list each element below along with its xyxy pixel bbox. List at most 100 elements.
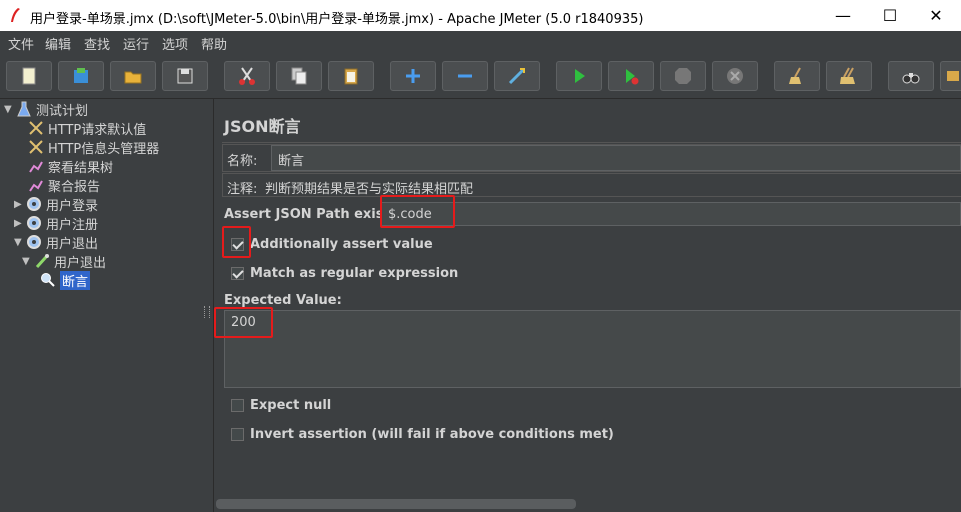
listener-chart-icon: [28, 158, 44, 174]
paste-icon: [344, 68, 358, 85]
tree-item-user-register[interactable]: ▶ 用户注册: [14, 214, 98, 233]
collapse-all-button[interactable]: [442, 61, 488, 91]
name-label: 名称:: [227, 154, 258, 169]
menu-options[interactable]: 选项: [162, 34, 188, 53]
minimize-button[interactable]: —: [820, 0, 866, 31]
tree-selection-highlight: [0, 271, 201, 290]
collapse-arrow-icon[interactable]: ▼: [22, 256, 34, 267]
menu-search[interactable]: 查找: [84, 34, 110, 53]
jmeter-feather-icon: [11, 8, 20, 22]
stop-icon: [675, 68, 691, 84]
tree-item-aggregate-report[interactable]: 聚合报告: [16, 176, 100, 195]
maximize-button[interactable]: ☐: [867, 0, 913, 31]
stop-button[interactable]: [660, 61, 706, 91]
config-element-icon: [28, 120, 44, 136]
reset-search-icon: [947, 71, 959, 81]
thread-group-gear-icon: [26, 196, 42, 212]
divider-grip-icon: [204, 306, 210, 318]
tree-item-user-login[interactable]: ▶ 用户登录: [14, 195, 98, 214]
binoculars-icon: [902, 73, 920, 84]
toggle-button[interactable]: [494, 61, 540, 91]
tree-item-assertion[interactable]: 断言: [40, 270, 91, 290]
menu-edit[interactable]: 编辑: [45, 34, 71, 53]
test-plan-tree: ▼ 测试计划 HTTP请求默认值 HTTP信息头管理器 察看结果树 聚合报告 ▶…: [0, 99, 202, 512]
toolbar: [0, 54, 961, 99]
paste-button[interactable]: [328, 61, 374, 91]
listener-chart-icon: [28, 177, 44, 193]
invert-assertion-checkbox[interactable]: [231, 428, 244, 441]
expected-value-label: Expected Value:: [224, 293, 342, 308]
search-button[interactable]: [888, 61, 934, 91]
templates-button[interactable]: [58, 61, 104, 91]
window-title: 用户登录-单场景.jmx (D:\soft\JMeter-5.0\bin\用户登…: [30, 12, 644, 27]
thread-group-gear-icon: [26, 234, 42, 250]
templates-icon: [74, 68, 88, 83]
menu-help[interactable]: 帮助: [201, 34, 227, 53]
collapse-arrow-icon[interactable]: ▼: [4, 104, 16, 115]
thread-group-gear-icon: [26, 215, 42, 231]
tree-item-results-tree[interactable]: 察看结果树: [16, 157, 113, 176]
tree-item-http-defaults[interactable]: HTTP请求默认值: [16, 119, 146, 138]
tree-item-user-logout-group[interactable]: ▼ 用户退出: [14, 233, 98, 252]
new-icon: [22, 67, 36, 85]
json-assertion-panel: JSON断言 名称: 断言 注释: 判断预期结果是否与实际结果相匹配 Asser…: [214, 99, 961, 512]
comment-label: 注释:: [227, 182, 258, 197]
plus-icon: [406, 69, 420, 83]
test-plan-icon: [16, 101, 32, 117]
panel-title: JSON断言: [224, 117, 301, 136]
open-button[interactable]: [110, 61, 156, 91]
clear-button[interactable]: [774, 61, 820, 91]
additionally-assert-highlight-box: [222, 226, 251, 258]
collapse-arrow-icon[interactable]: ▼: [14, 237, 26, 248]
sampler-pipette-icon: [34, 253, 50, 269]
expand-arrow-icon[interactable]: ▶: [14, 218, 26, 229]
save-icon: [177, 68, 193, 84]
start-no-pauses-button[interactable]: [608, 61, 654, 91]
broom-all-icon: [840, 67, 855, 84]
json-path-label: Assert JSON Path exists:: [224, 207, 403, 222]
play-no-pause-icon: [626, 69, 639, 85]
json-path-input[interactable]: $.code: [381, 202, 961, 226]
clear-all-button[interactable]: [826, 61, 872, 91]
expect-null-label: Expect null: [250, 398, 332, 413]
expand-all-button[interactable]: [390, 61, 436, 91]
shutdown-button[interactable]: [712, 61, 758, 91]
split-pane-divider[interactable]: [201, 99, 214, 512]
menu-file[interactable]: 文件: [8, 34, 34, 53]
reset-search-button[interactable]: [940, 61, 961, 91]
open-icon: [124, 71, 142, 84]
tree-item-user-logout-sampler[interactable]: ▼ 用户退出: [22, 252, 106, 271]
json-path-highlight-box: [380, 195, 455, 228]
minus-icon: [458, 74, 472, 78]
expected-value-textarea[interactable]: 200: [224, 310, 961, 388]
menu-bar: 文件 编辑 查找 运行 选项 帮助: [0, 31, 961, 53]
assertion-magnifier-icon: [40, 272, 56, 288]
expand-arrow-icon[interactable]: ▶: [14, 199, 26, 210]
menu-run[interactable]: 运行: [123, 34, 149, 53]
cut-button[interactable]: [224, 61, 270, 91]
broom-icon: [789, 67, 801, 84]
start-button[interactable]: [556, 61, 602, 91]
copy-icon: [291, 67, 307, 85]
match-regex-checkbox[interactable]: [231, 267, 244, 280]
play-icon: [575, 69, 585, 83]
tree-item-test-plan[interactable]: ▼ 测试计划: [4, 100, 88, 119]
copy-button[interactable]: [276, 61, 322, 91]
save-button[interactable]: [162, 61, 208, 91]
expect-null-checkbox[interactable]: [231, 399, 244, 412]
name-field[interactable]: 断言: [271, 145, 961, 171]
close-button[interactable]: ✕: [913, 0, 959, 31]
title-separator: [222, 142, 961, 143]
match-regex-label: Match as regular expression: [250, 266, 459, 281]
horizontal-scrollbar-thumb[interactable]: [216, 499, 576, 509]
expected-value-highlight-box: [214, 307, 273, 338]
config-element-icon: [28, 139, 44, 155]
wand-icon: [508, 67, 526, 85]
cut-icon: [239, 67, 255, 85]
invert-assertion-label: Invert assertion (will fail if above con…: [250, 427, 614, 442]
new-button[interactable]: [6, 61, 52, 91]
shutdown-icon: [727, 68, 743, 84]
additionally-assert-label: Additionally assert value: [250, 237, 433, 252]
window-title-bar: 用户登录-单场景.jmx (D:\soft\JMeter-5.0\bin\用户登…: [0, 0, 961, 31]
tree-item-header-manager[interactable]: HTTP信息头管理器: [16, 138, 159, 157]
